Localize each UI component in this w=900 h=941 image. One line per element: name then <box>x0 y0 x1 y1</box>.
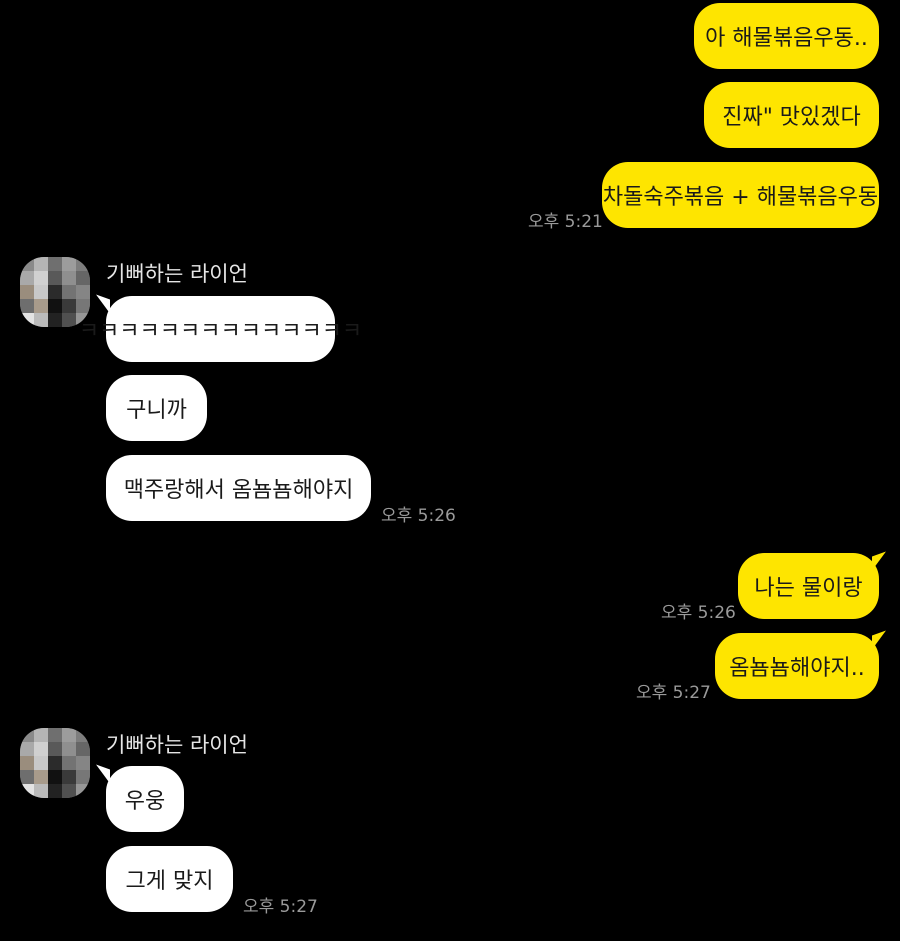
message-text: 진짜" 맛있겠다 <box>722 105 861 130</box>
my-message-bubble[interactable]: 나는 물이랑 <box>738 553 879 619</box>
their-message-bubble[interactable]: 우웅 <box>106 766 184 832</box>
sender-name: 기뻐하는 라이언 <box>106 262 248 286</box>
message-timestamp: 오후 5:26 <box>381 506 456 526</box>
sender-avatar[interactable] <box>20 728 90 798</box>
their-message-bubble[interactable]: ㅋㅋㅋㅋㅋㅋㅋㅋㅋㅋㅋㅋㅋㅋ <box>79 296 362 362</box>
my-message-bubble[interactable]: 옴뇸뇸해야지.. <box>715 633 879 699</box>
their-message-bubble[interactable]: 구니까 <box>106 375 207 441</box>
message-text: 아 해물볶음우동.. <box>705 26 868 51</box>
message-timestamp: 오후 5:27 <box>636 683 711 703</box>
message-text: ㅋㅋㅋㅋㅋㅋㅋㅋㅋㅋㅋㅋㅋㅋ <box>78 319 363 344</box>
message-text: 맥주랑해서 옴뇸뇸해야지 <box>123 478 354 503</box>
message-timestamp: 오후 5:27 <box>243 897 318 917</box>
message-text: 옴뇸뇸해야지.. <box>729 656 865 681</box>
their-message-bubble[interactable]: 맥주랑해서 옴뇸뇸해야지 <box>106 455 371 521</box>
my-message-bubble[interactable]: 진짜" 맛있겠다 <box>704 82 879 148</box>
message-text: 구니까 <box>126 398 187 423</box>
message-text: 우웅 <box>124 789 166 814</box>
message-timestamp: 오후 5:21 <box>528 212 603 232</box>
message-text: 나는 물이랑 <box>754 576 863 601</box>
my-message-bubble[interactable]: 차돌숙주볶음 + 해물볶음우동 <box>602 162 879 228</box>
their-message-bubble[interactable]: 그게 맞지 <box>106 846 233 912</box>
sender-name: 기뻐하는 라이언 <box>106 733 248 757</box>
message-text: 차돌숙주볶음 + 해물볶음우동 <box>602 185 879 210</box>
message-text: 그게 맞지 <box>125 869 214 894</box>
my-message-bubble[interactable]: 아 해물볶음우동.. <box>694 3 879 69</box>
message-timestamp: 오후 5:26 <box>661 603 736 623</box>
